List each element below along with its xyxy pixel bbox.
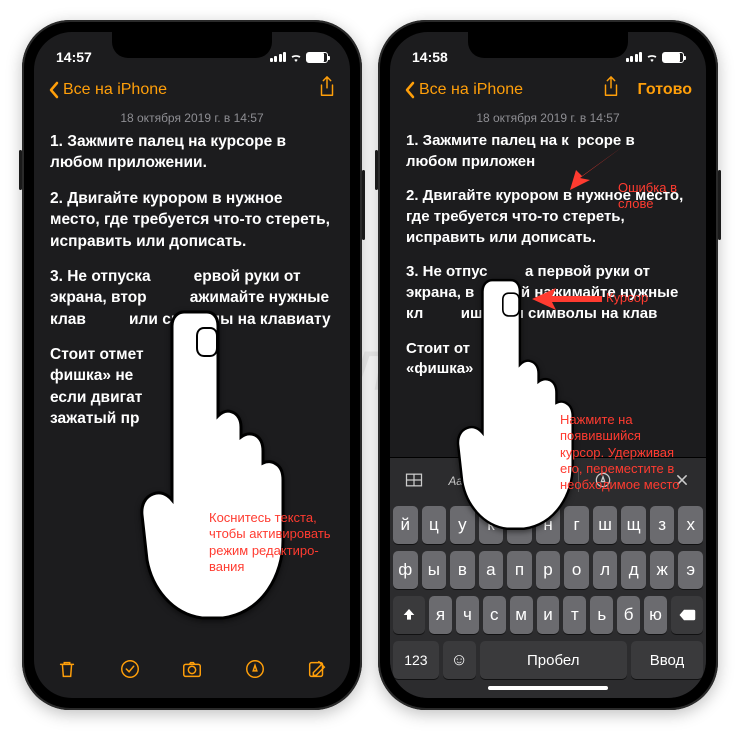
- key-а[interactable]: а: [479, 551, 504, 589]
- table-icon[interactable]: [394, 464, 434, 496]
- emoji-key[interactable]: ☺: [443, 641, 476, 679]
- key-ш[interactable]: ш: [593, 506, 618, 544]
- checklist-toolbar-icon[interactable]: [485, 464, 525, 496]
- nav-bar: Все на iPhone Готово: [390, 72, 706, 111]
- key-л[interactable]: л: [593, 551, 618, 589]
- wifi-icon: [645, 52, 659, 62]
- done-button[interactable]: Готово: [638, 81, 692, 99]
- checklist-icon[interactable]: [119, 658, 141, 680]
- signal-icon: [626, 52, 643, 62]
- note-paragraph: 2. Двигайте курором в нужное место, где …: [406, 186, 690, 248]
- notch: [112, 32, 272, 58]
- svg-text:Aa: Aa: [448, 475, 464, 488]
- notch: [468, 32, 628, 58]
- wifi-icon: [289, 52, 303, 62]
- signal-icon: [270, 52, 287, 62]
- back-button[interactable]: Все на iPhone: [48, 81, 167, 99]
- share-icon: [318, 76, 336, 98]
- share-icon: [602, 76, 620, 98]
- key-ж[interactable]: ж: [650, 551, 675, 589]
- note-paragraph: 3. Не отпус а первой руки от экрана, в о…: [406, 262, 690, 324]
- key-х[interactable]: х: [678, 506, 703, 544]
- key-у[interactable]: у: [450, 506, 475, 544]
- status-time: 14:58: [412, 49, 448, 65]
- markup-icon[interactable]: [244, 658, 266, 680]
- key-м[interactable]: м: [510, 596, 533, 634]
- key-б[interactable]: б: [617, 596, 640, 634]
- backspace-key[interactable]: [671, 596, 703, 634]
- note-timestamp: 18 октября 2019 г. в 14:57: [34, 111, 350, 131]
- key-ц[interactable]: ц: [422, 506, 447, 544]
- key-р[interactable]: р: [536, 551, 561, 589]
- phone-right: 14:58 Все на iPhone Готово 18 октября: [378, 20, 718, 710]
- key-к[interactable]: к: [479, 506, 504, 544]
- note-timestamp: 18 октября 2019 г. в 14:57: [390, 111, 706, 131]
- format-icon[interactable]: Aa: [436, 464, 476, 496]
- key-е[interactable]: е: [507, 506, 532, 544]
- share-button[interactable]: [602, 76, 620, 103]
- note-content[interactable]: 1. Зажмите палец на к рсоре в любом прил…: [390, 131, 706, 457]
- key-с[interactable]: с: [483, 596, 506, 634]
- key-ь[interactable]: ь: [590, 596, 613, 634]
- battery-icon: [306, 52, 328, 63]
- note-content[interactable]: 1. Зажмите палец на курсоре в любом прил…: [34, 131, 350, 644]
- key-и[interactable]: и: [537, 596, 560, 634]
- note-paragraph: 1. Зажмите палец на к рсоре в любом прил…: [406, 131, 690, 172]
- key-д[interactable]: д: [621, 551, 646, 589]
- share-button[interactable]: [318, 76, 336, 103]
- key-ф[interactable]: ф: [393, 551, 418, 589]
- key-ю[interactable]: ю: [644, 596, 667, 634]
- key-ч[interactable]: ч: [456, 596, 479, 634]
- back-button[interactable]: Все на iPhone: [404, 81, 523, 99]
- key-й[interactable]: й: [393, 506, 418, 544]
- note-paragraph: Стоит отмет фишка» не если двигат зажаты…: [50, 344, 334, 430]
- note-paragraph: 1. Зажмите палец на курсоре в любом прил…: [50, 131, 334, 174]
- home-indicator[interactable]: [488, 686, 608, 690]
- key-т[interactable]: т: [563, 596, 586, 634]
- note-paragraph: Стоит от «фишка»: [406, 339, 690, 380]
- chevron-left-icon: [404, 81, 415, 99]
- trash-icon[interactable]: [56, 658, 78, 680]
- close-keyboard-icon[interactable]: [662, 464, 702, 496]
- key-в[interactable]: в: [450, 551, 475, 589]
- battery-icon: [662, 52, 684, 63]
- camera-icon[interactable]: [181, 658, 203, 680]
- phone-left: 14:57 Все на iPhone 18 октября 2019 г. в…: [22, 20, 362, 710]
- key-ы[interactable]: ы: [422, 551, 447, 589]
- key-щ[interactable]: щ: [621, 506, 646, 544]
- key-о[interactable]: о: [564, 551, 589, 589]
- key-п[interactable]: п: [507, 551, 532, 589]
- nav-bar: Все на iPhone: [34, 72, 350, 111]
- key-з[interactable]: з: [650, 506, 675, 544]
- back-label: Все на iPhone: [63, 81, 167, 99]
- chevron-left-icon: [48, 81, 59, 99]
- key-н[interactable]: н: [536, 506, 561, 544]
- key-э[interactable]: э: [678, 551, 703, 589]
- numbers-key[interactable]: 123: [393, 641, 439, 679]
- note-paragraph: 3. Не отпуска ервой руки от экрана, втор…: [50, 266, 334, 330]
- shift-key[interactable]: [393, 596, 425, 634]
- note-paragraph: 2. Двигайте курором в нужное место, где …: [50, 188, 334, 252]
- key-я[interactable]: я: [429, 596, 452, 634]
- compose-icon[interactable]: [306, 658, 328, 680]
- enter-key[interactable]: Ввод: [631, 641, 703, 679]
- space-key[interactable]: Пробел: [480, 641, 627, 679]
- keyboard-toolbar: Aa: [390, 457, 706, 502]
- status-time: 14:57: [56, 49, 92, 65]
- markup-toolbar-icon[interactable]: [583, 464, 623, 496]
- key-г[interactable]: г: [564, 506, 589, 544]
- bottom-toolbar: [34, 644, 350, 698]
- keyboard[interactable]: йцукенгшщзх фывапролджэ ячсмитьбю 123 ☺ …: [390, 502, 706, 698]
- back-label: Все на iPhone: [419, 81, 523, 99]
- camera-toolbar-icon[interactable]: [534, 464, 574, 496]
